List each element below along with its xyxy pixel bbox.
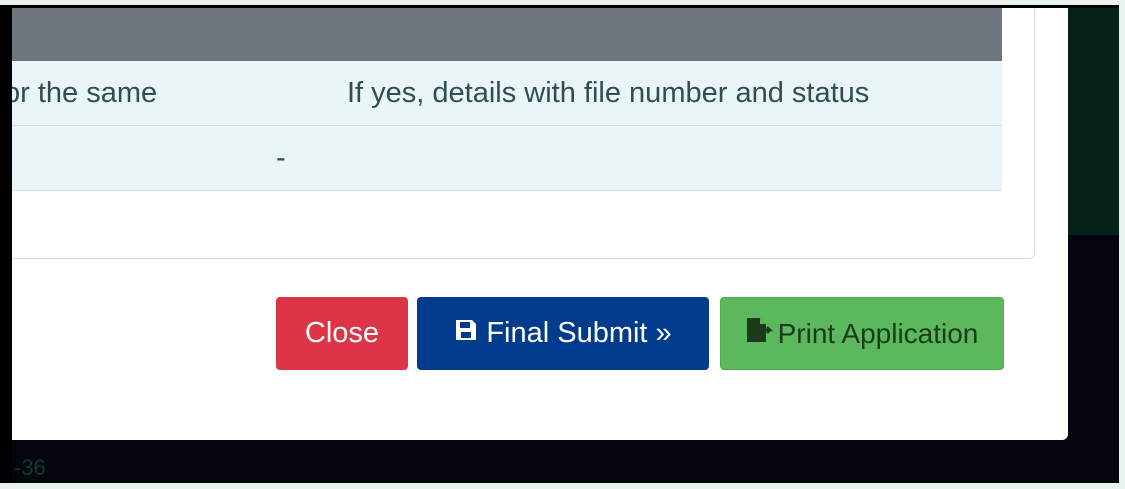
save-icon bbox=[454, 317, 478, 350]
frame-border-top bbox=[0, 0, 1125, 5]
final-submit-button[interactable]: Final Submit » bbox=[417, 297, 709, 370]
frame-border-bottom bbox=[0, 483, 1125, 489]
backdrop-bottom bbox=[12, 438, 1119, 483]
details-card: or the same If yes, details with file nu… bbox=[12, 8, 1035, 259]
frame-border-right bbox=[1119, 0, 1125, 489]
table-row: - bbox=[12, 126, 1002, 191]
application-modal: or the same If yes, details with file nu… bbox=[12, 8, 1068, 440]
print-application-button[interactable]: Print Application bbox=[720, 297, 1004, 370]
print-application-label: Print Application bbox=[777, 317, 979, 349]
table-column-headers: or the same If yes, details with file nu… bbox=[12, 61, 1002, 126]
close-button-label: Close bbox=[304, 317, 380, 349]
backdrop-right-top bbox=[1065, 8, 1119, 235]
column-header-same-case: or the same bbox=[12, 77, 158, 109]
row-value-details: - bbox=[276, 142, 286, 174]
close-button[interactable]: Close bbox=[276, 297, 408, 370]
final-submit-label: Final Submit » bbox=[486, 317, 672, 349]
column-header-details: If yes, details with file number and sta… bbox=[347, 77, 870, 109]
footer-number: -36 bbox=[14, 455, 46, 480]
table-header bbox=[12, 8, 1002, 61]
file-export-icon bbox=[746, 317, 776, 350]
backdrop-left bbox=[4, 5, 12, 483]
